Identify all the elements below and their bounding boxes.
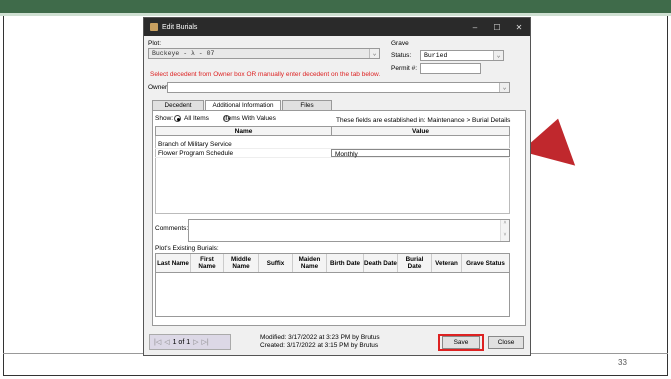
prev-page-icon[interactable]: ◁	[164, 338, 169, 346]
column-header: Veteran	[432, 254, 462, 272]
column-header: Suffix	[259, 254, 293, 272]
column-header: Grave Status	[466, 259, 505, 267]
tab-files[interactable]: Files	[282, 100, 332, 110]
burials-grid-body	[155, 273, 510, 317]
chevron-down-icon[interactable]: ⌄	[499, 83, 509, 92]
permit-label: Permit #:	[391, 65, 418, 72]
column-header: First Name	[191, 254, 224, 272]
table-row[interactable]: Flower Program Schedule Monthly	[155, 149, 510, 158]
modified-info: Modified: 3/17/2022 at 3:23 PM by Brutus	[260, 334, 380, 341]
permit-input[interactable]	[420, 63, 481, 74]
first-page-icon[interactable]: |◁	[154, 338, 161, 346]
next-page-icon[interactable]: ▷	[193, 338, 198, 346]
owner-label: Owner:	[148, 84, 169, 91]
row-name: Branch of Military Service	[158, 141, 232, 148]
window-title: Edit Burials	[162, 23, 198, 31]
minimize-icon[interactable]: –	[464, 23, 486, 32]
status-label: Status:	[391, 52, 412, 59]
column-header: Burial Date	[398, 254, 432, 272]
info-grid-header: Name Value	[155, 126, 510, 136]
radio-all-items-label: All Items	[184, 115, 209, 122]
close-button[interactable]: Close	[488, 336, 524, 349]
comments-scrollbar[interactable]: ˄ ˅	[500, 220, 509, 241]
app-icon	[150, 23, 158, 31]
comments-textarea[interactable]: ˄ ˅	[188, 219, 510, 242]
save-highlight-box	[438, 334, 484, 351]
existing-burials-label: Plot's Existing Burials:	[155, 245, 219, 252]
slide-header-bar	[0, 0, 671, 13]
maximize-icon[interactable]: ☐	[486, 23, 508, 32]
column-header-name: Name	[156, 127, 332, 135]
last-page-icon[interactable]: ▷|	[202, 338, 209, 346]
show-label: Show:	[155, 115, 174, 122]
radio-items-with-values-label: Items With Values	[224, 115, 276, 122]
radio-all-items[interactable]	[174, 115, 181, 122]
row-value[interactable]	[331, 140, 510, 148]
created-info: Created: 3/17/2022 at 3:15 PM by Brutus	[260, 342, 379, 349]
table-row[interactable]: Branch of Military Service	[155, 140, 510, 149]
burials-grid-header: Last Name First Name Middle Name Suffix …	[155, 253, 510, 273]
column-header: Birth Date	[327, 254, 364, 272]
window-titlebar: Edit Burials – ☐ ✕	[144, 18, 530, 36]
column-header-value: Value	[412, 128, 429, 135]
tab-decedent[interactable]: Decedent	[152, 100, 204, 110]
status-select[interactable]: Buried ⌄	[420, 50, 504, 61]
chevron-down-icon[interactable]: ⌄	[493, 51, 503, 60]
plot-select[interactable]: Buckeye - λ - 07 ⌄	[148, 48, 380, 59]
page-indicator: 1 of 1	[172, 338, 191, 346]
grave-label: Grave	[391, 40, 409, 47]
column-header: Maiden Name	[293, 254, 327, 272]
chevron-down-icon[interactable]: ⌄	[369, 49, 379, 58]
slide-page-number: 33	[618, 358, 627, 367]
comments-label: Comments:	[155, 225, 189, 232]
plot-value: Buckeye - λ - 07	[152, 50, 215, 57]
decedent-instruction: Select decedent from Owner box OR manual…	[150, 71, 381, 78]
fields-info-text: These fields are established in: Mainten…	[336, 117, 511, 124]
column-header: Death Date	[364, 254, 398, 272]
plot-label: Plot:	[148, 40, 162, 47]
close-icon[interactable]: ✕	[508, 23, 530, 32]
status-value: Buried	[424, 52, 448, 59]
owner-select[interactable]: ⌄	[167, 82, 510, 93]
column-header: Last Name	[156, 254, 191, 272]
record-pager: |◁ ◁ 1 of 1 ▷ ▷|	[149, 334, 231, 350]
row-name: Flower Program Schedule	[158, 150, 234, 157]
row-value-input[interactable]: Monthly	[331, 149, 510, 158]
column-header: Middle Name	[224, 254, 259, 272]
